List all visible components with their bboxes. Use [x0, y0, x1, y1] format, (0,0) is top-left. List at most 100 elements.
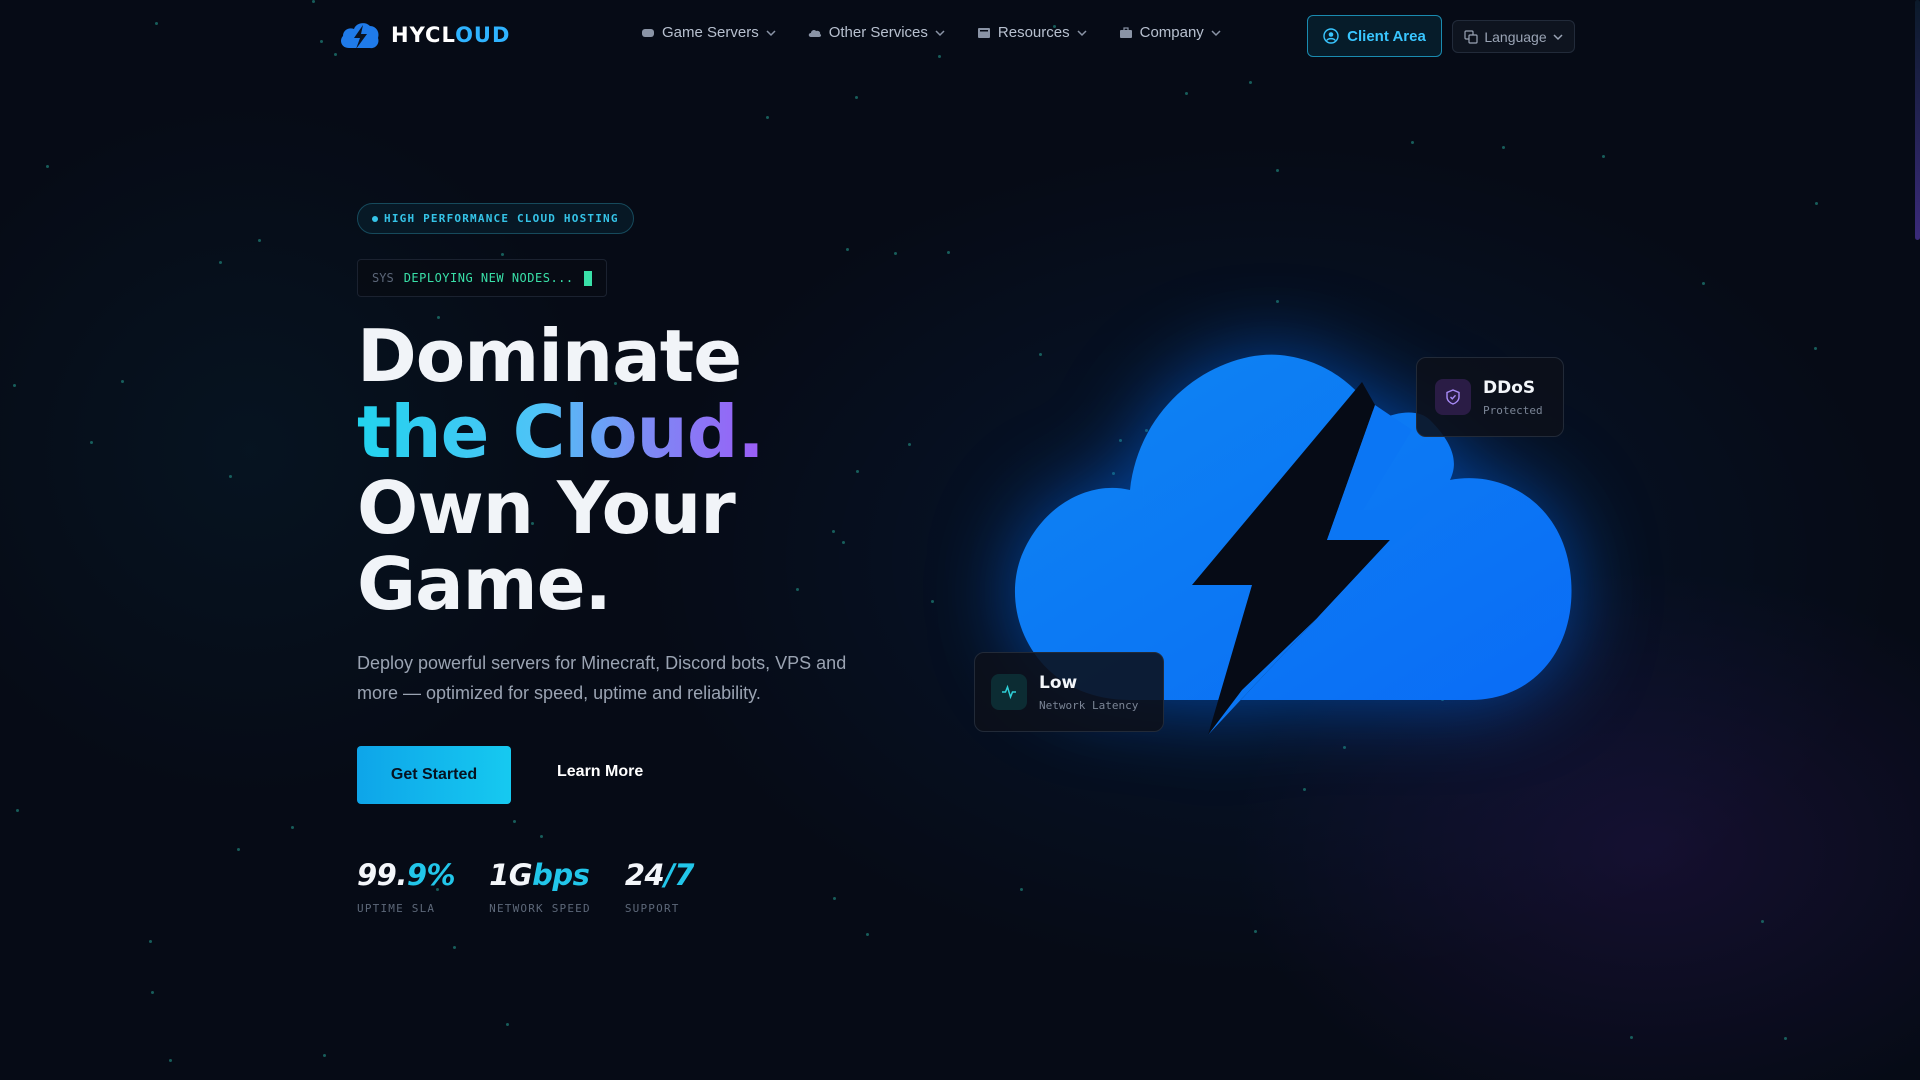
star-dot	[501, 253, 504, 256]
star-dot	[1630, 1036, 1633, 1039]
brand-name: HYCLOUD	[391, 23, 511, 47]
learn-more-link[interactable]: Learn More	[557, 763, 643, 781]
stat-network-speed: 1Gbps NETWORK SPEED	[489, 858, 591, 915]
latency-card-title: Low	[1039, 672, 1078, 693]
star-dot	[13, 384, 16, 387]
star-dot	[1814, 347, 1817, 350]
headline-line-1: Dominate	[357, 314, 742, 398]
book-icon	[977, 26, 991, 40]
star-dot	[1784, 1037, 1787, 1040]
get-started-button[interactable]: Get Started	[357, 746, 511, 804]
ddos-card: DDoS Protected	[1416, 357, 1564, 437]
briefcase-icon	[1119, 26, 1133, 40]
star-dot	[846, 248, 849, 251]
hero-headline: Dominate the Cloud. Own Your Game.	[357, 314, 765, 626]
star-dot	[1254, 930, 1257, 933]
stat-value: 1Gbps	[489, 858, 590, 892]
client-area-button[interactable]: Client Area	[1307, 15, 1442, 57]
user-circle-icon	[1323, 28, 1339, 44]
chevron-down-icon	[935, 28, 945, 38]
hero-subtitle: Deploy powerful servers for Minecraft, D…	[357, 653, 847, 703]
latency-card: Low Network Latency	[974, 652, 1164, 732]
stat-value: 24/7	[624, 858, 695, 892]
star-dot	[90, 441, 93, 444]
star-dot	[866, 933, 869, 936]
top-navigation: HYCLOUD Game Servers Other Services Reso…	[0, 0, 1920, 72]
brand-logo[interactable]: HYCLOUD	[337, 18, 510, 52]
client-area-label: Client Area	[1347, 27, 1426, 45]
nav-item-label: Resources	[997, 24, 1070, 41]
cloud-bolt-icon	[341, 23, 379, 49]
stat-value: 99.9%	[357, 858, 456, 892]
star-dot	[151, 991, 154, 994]
activity-icon	[991, 674, 1027, 710]
chevron-down-icon	[1077, 28, 1087, 38]
star-dot	[16, 809, 19, 812]
star-dot	[1249, 81, 1252, 84]
page-scrollbar[interactable]	[1915, 0, 1920, 240]
language-select[interactable]: Language	[1452, 20, 1575, 53]
star-dot	[931, 600, 934, 603]
gamepad-icon	[641, 26, 655, 40]
star-dot	[766, 116, 769, 119]
stat-label: SUPPORT	[624, 902, 680, 915]
star-dot	[1411, 141, 1414, 144]
stat-label: UPTIME SLA	[357, 902, 436, 915]
star-dot	[1815, 202, 1818, 205]
stats-row: 99.9% UPTIME SLA 1Gbps NETWORK SPEED 24/…	[357, 858, 694, 915]
star-dot	[796, 588, 799, 591]
star-dot	[237, 848, 240, 851]
star-dot	[540, 835, 543, 838]
headline-line-4: Game.	[357, 542, 612, 626]
star-dot	[258, 239, 261, 242]
ddos-card-text: DDoS Protected	[1483, 378, 1543, 417]
star-dot	[842, 541, 845, 544]
star-dot	[513, 820, 516, 823]
star-dot	[1602, 155, 1605, 158]
latency-card-meta: Network Latency	[1039, 698, 1139, 712]
ddos-card-title: DDoS	[1483, 377, 1536, 398]
star-dot	[832, 530, 835, 533]
headline-line-3: Own Your	[357, 466, 736, 550]
hero-badge-text: HIGH PERFORMANCE CLOUD HOSTING	[384, 212, 619, 225]
star-dot	[1702, 282, 1705, 285]
language-label: Language	[1484, 28, 1547, 45]
nav-item-company[interactable]: Company	[1119, 24, 1221, 41]
star-field	[0, 0, 1920, 1080]
chevron-down-icon	[766, 28, 776, 38]
nav-item-resources[interactable]: Resources	[977, 24, 1087, 41]
star-dot	[947, 251, 950, 254]
terminal-status: SYS DEPLOYING NEW NODES...	[357, 259, 607, 297]
star-dot	[219, 261, 222, 264]
star-dot	[1761, 920, 1764, 923]
nav-item-other-services[interactable]: Other Services	[808, 24, 945, 41]
chevron-down-icon	[1553, 32, 1563, 42]
star-dot	[291, 826, 294, 829]
latency-card-text: Low Network Latency	[1039, 673, 1138, 712]
star-dot	[46, 165, 49, 168]
star-dot	[453, 946, 456, 949]
star-dot	[229, 475, 232, 478]
nav-item-label: Company	[1139, 24, 1204, 41]
terminal-label: SYS	[372, 271, 394, 285]
star-dot	[169, 1059, 172, 1062]
star-dot	[1502, 146, 1505, 149]
star-dot	[121, 380, 124, 383]
hero-badge: HIGH PERFORMANCE CLOUD HOSTING	[357, 203, 634, 234]
star-dot	[833, 897, 836, 900]
star-dot	[1020, 888, 1023, 891]
nav-menu: Game Servers Other Services Resources Co…	[641, 24, 1221, 41]
terminal-text: DEPLOYING NEW NODES...	[403, 271, 574, 285]
stat-uptime: 99.9% UPTIME SLA	[357, 858, 456, 915]
star-dot	[1185, 92, 1188, 95]
star-dot	[506, 1023, 509, 1026]
stat-support: 24/7 SUPPORT	[624, 858, 695, 915]
star-dot	[855, 96, 858, 99]
nav-item-game-servers[interactable]: Game Servers	[641, 24, 776, 41]
star-dot	[856, 470, 859, 473]
terminal-cursor	[583, 270, 592, 286]
star-dot	[149, 940, 152, 943]
star-dot	[894, 252, 897, 255]
shield-icon	[1435, 379, 1471, 415]
stat-label: NETWORK SPEED	[489, 902, 591, 915]
